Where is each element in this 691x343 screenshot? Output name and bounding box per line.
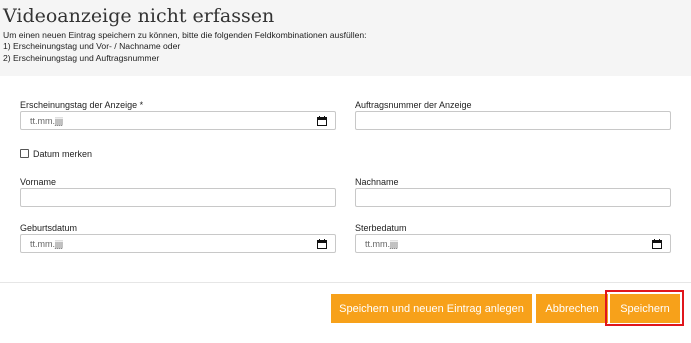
- page-title: Videoanzeige nicht erfassen: [3, 5, 275, 27]
- save-and-new-button[interactable]: Speichern und neuen Eintrag anlegen: [331, 294, 532, 323]
- geburtsdatum-placeholder: tt.mm.jjjj: [30, 239, 63, 249]
- erscheinungstag-date-input[interactable]: tt.mm.jjjj: [20, 111, 336, 130]
- hint-line-1: Um einen neuen Eintrag speichern zu könn…: [3, 30, 367, 40]
- auftragsnummer-label: Auftragsnummer der Anzeige: [355, 100, 472, 110]
- vorname-label: Vorname: [20, 177, 57, 187]
- nachname-input[interactable]: [355, 188, 671, 207]
- geburtsdatum-label: Geburtsdatum: [20, 223, 78, 233]
- erscheinungstag-label: Erscheinungstag der Anzeige *: [20, 100, 144, 110]
- nachname-label: Nachname: [355, 177, 399, 187]
- vorname-input[interactable]: [20, 188, 336, 207]
- calendar-icon[interactable]: [317, 239, 327, 249]
- hint-line-3: 2) Erscheinungstag und Auftragsnummer: [3, 53, 160, 63]
- form-divider: [0, 282, 691, 283]
- sterbedatum-date-input[interactable]: tt.mm.jjjj: [355, 234, 671, 253]
- datum-merken-checkbox[interactable]: [20, 149, 29, 158]
- cancel-button[interactable]: Abbrechen: [536, 294, 608, 323]
- page-header: Videoanzeige nicht erfassen Um einen neu…: [0, 0, 691, 76]
- sterbedatum-placeholder: tt.mm.jjjj: [365, 239, 398, 249]
- datum-merken-label: Datum merken: [33, 149, 93, 159]
- save-button-highlight: [605, 290, 684, 326]
- sterbedatum-label: Sterbedatum: [355, 223, 407, 233]
- calendar-icon[interactable]: [652, 239, 662, 249]
- hint-line-2: 1) Erscheinungstag und Vor- / Nachname o…: [3, 41, 181, 51]
- erscheinungstag-placeholder: tt.mm.jjjj: [30, 116, 63, 126]
- auftragsnummer-input[interactable]: [355, 111, 671, 130]
- calendar-icon[interactable]: [317, 116, 327, 126]
- geburtsdatum-date-input[interactable]: tt.mm.jjjj: [20, 234, 336, 253]
